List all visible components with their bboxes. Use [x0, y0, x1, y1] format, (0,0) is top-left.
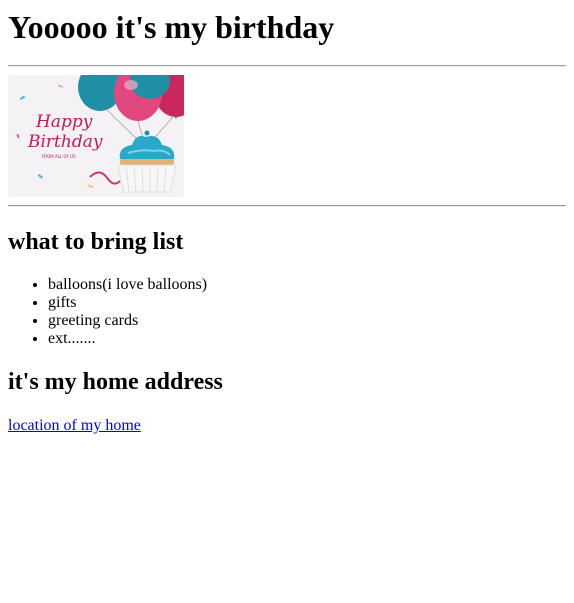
- birthday-banner-svg: Happy Birthday FROM ALL OF US: [8, 63, 198, 197]
- address-heading: it's my home address: [8, 369, 223, 395]
- birthday-banner-image: Happy Birthday FROM ALL OF US: [8, 63, 198, 197]
- list-item: ext.......: [48, 330, 566, 348]
- address-link-container: location of my home: [8, 417, 566, 435]
- divider-bottom: [8, 205, 566, 207]
- page-title: Yooooo it's my birthday: [8, 9, 335, 45]
- list-item: balloons(i love balloons): [48, 276, 566, 294]
- home-location-link[interactable]: location of my home: [8, 417, 141, 434]
- banner-small-text: FROM ALL OF US: [42, 154, 76, 159]
- page: Yooooo it's my birthday Happy Birthday F…: [0, 9, 574, 435]
- list-item: gifts: [48, 294, 566, 312]
- bring-list: balloons(i love balloons) gifts greeting…: [8, 276, 566, 348]
- divider-top: [8, 65, 566, 67]
- list-item: greeting cards: [48, 312, 566, 330]
- bring-list-heading: what to bring list: [8, 229, 184, 255]
- banner-birthday-text: Birthday: [27, 132, 103, 152]
- banner-happy-text: Happy: [35, 112, 93, 132]
